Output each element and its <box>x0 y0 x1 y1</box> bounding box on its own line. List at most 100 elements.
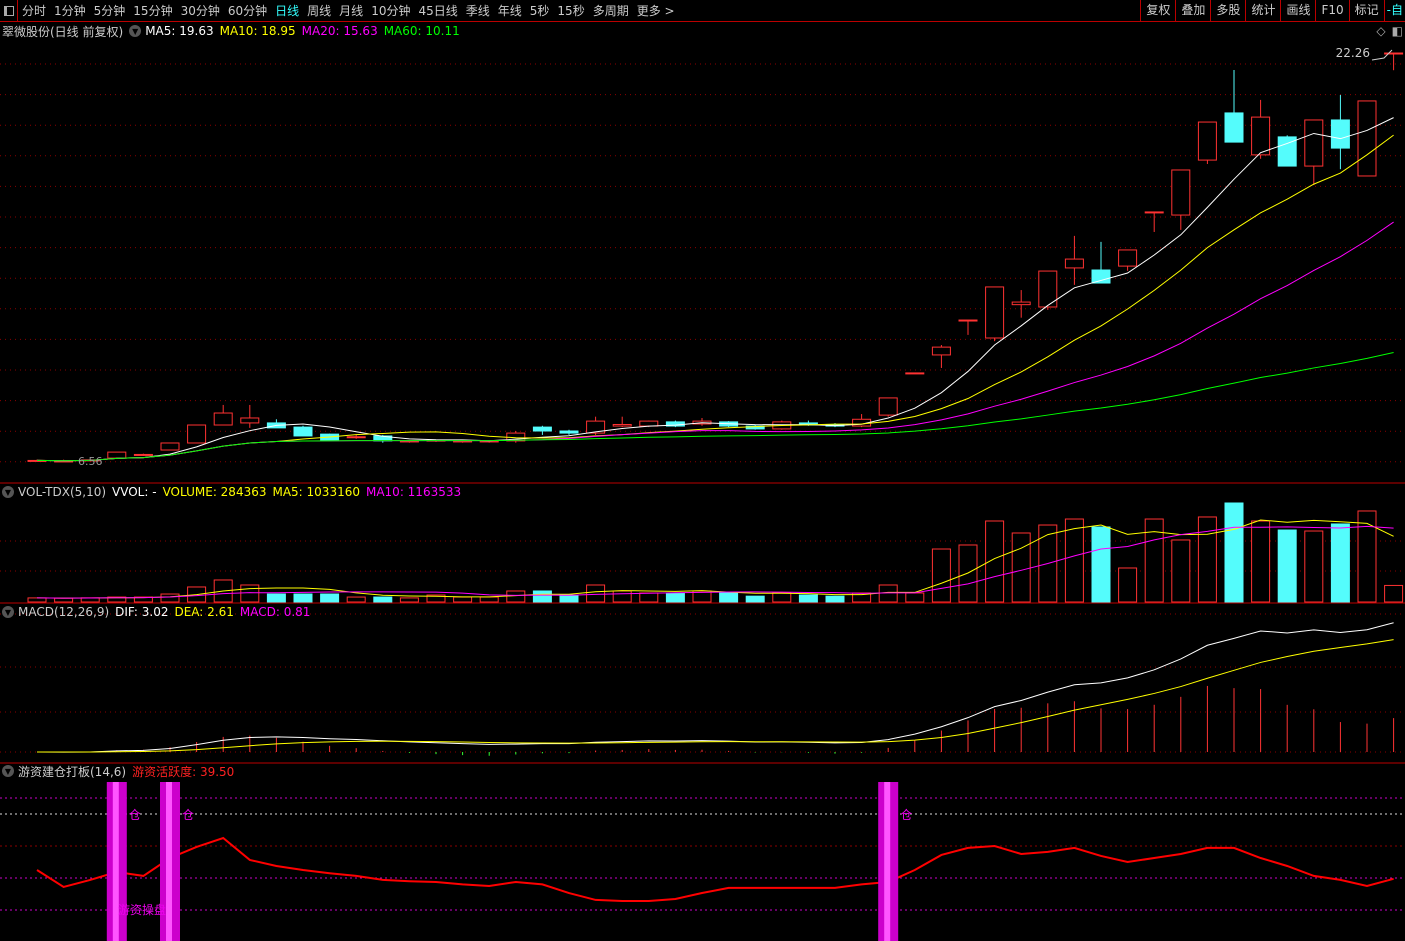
volume-bar <box>798 594 818 603</box>
macd-title: MACD(12,26,9) <box>18 605 110 619</box>
ma60-value: MA60: 10.11 <box>383 24 460 38</box>
chart-tools: ◇ ◧ <box>1376 24 1403 38</box>
vol-ma10-value: MA10: 1163533 <box>365 485 462 499</box>
main-legend: 翠微股份(日线 前复权) ▼ MA5: 19.63 MA10: 18.95 MA… <box>2 23 466 39</box>
high-price-label: 22.26 <box>1335 46 1370 60</box>
volume-bar <box>1064 518 1084 603</box>
candle-body <box>1304 119 1324 167</box>
candle-body <box>532 426 552 432</box>
volume-bar <box>1118 567 1138 603</box>
candle-body <box>639 420 659 427</box>
stock-title: 翠微股份(日线 前复权) <box>2 24 124 39</box>
candle-body <box>1251 116 1271 156</box>
volume-bar <box>745 595 765 603</box>
candle-body <box>1091 269 1111 284</box>
volume-bar <box>1251 520 1271 603</box>
candle-body <box>160 442 180 451</box>
volume-bar <box>1384 584 1404 603</box>
panel-toggle-icon[interactable]: ◧ <box>1392 24 1403 38</box>
chevron-down-icon[interactable]: ▼ <box>2 606 14 618</box>
volume-bar <box>240 584 260 603</box>
volume-bar <box>1277 529 1297 603</box>
volume-bar <box>1224 502 1244 603</box>
volume-bar <box>719 592 739 603</box>
candle-body <box>187 424 207 444</box>
candle-body <box>107 451 127 459</box>
vvol-value: VVOL: - <box>112 485 157 499</box>
volume-value: VOLUME: 284363 <box>162 485 267 499</box>
volume-bar <box>772 592 792 603</box>
diamond-icon[interactable]: ◇ <box>1376 24 1385 38</box>
volume-bar <box>293 593 313 603</box>
candle-body <box>133 453 153 456</box>
dif-line <box>36 622 1394 753</box>
volume-bar <box>373 596 393 603</box>
volume-bar <box>266 593 286 603</box>
yz-title: 游资建仓打板(14,6) <box>18 764 127 779</box>
candle-body <box>213 412 233 426</box>
candle-body <box>293 426 313 437</box>
volume-bar <box>532 590 552 603</box>
ma20-line <box>36 221 1394 462</box>
volume-bar <box>27 597 47 603</box>
volume-bar <box>825 595 845 603</box>
signal-label: 仓 <box>900 808 913 822</box>
candle-body <box>1064 258 1084 269</box>
ma20-value: MA20: 15.63 <box>301 24 378 38</box>
volume-bar <box>479 596 499 603</box>
vol-legend: ▼ VOL-TDX(5,10) VVOL: - VOLUME: 284363 M… <box>2 484 467 500</box>
candle-body <box>1357 100 1377 177</box>
dea-value: DEA: 2.61 <box>174 605 234 619</box>
candle-body <box>985 286 1005 339</box>
kline-chart[interactable] <box>0 0 1405 941</box>
volume-bar <box>1171 539 1191 603</box>
volume-bar <box>612 590 632 603</box>
volume-bar <box>905 592 925 603</box>
volume-bar <box>160 593 180 603</box>
vol-title: VOL-TDX(5,10) <box>18 485 107 499</box>
candle-body <box>1144 211 1164 214</box>
signal-bar-highlight <box>884 782 891 941</box>
candle-body <box>878 397 898 416</box>
volume-bar <box>878 584 898 603</box>
high-marker-arrow <box>1371 49 1393 61</box>
operate-label: 游资操盘 <box>118 903 167 917</box>
volume-bar <box>1304 530 1324 603</box>
volume-bar <box>320 593 340 603</box>
volume-bar <box>1357 510 1377 603</box>
candle-body <box>1011 301 1031 306</box>
candle-body <box>240 417 260 424</box>
candle-body <box>1330 119 1350 149</box>
volume-bar <box>1197 516 1217 603</box>
volume-bar <box>506 590 526 603</box>
volume-bar <box>559 594 579 603</box>
dif-value: DIF: 3.02 <box>115 605 169 619</box>
candle-body <box>346 436 366 439</box>
activity-value: 游资活跃度: 39.50 <box>132 764 235 779</box>
chevron-down-icon[interactable]: ▼ <box>129 25 142 37</box>
volume-bar <box>586 584 606 603</box>
candle-body <box>1118 249 1138 267</box>
volume-bar <box>1091 526 1111 603</box>
activity-line <box>36 836 1394 903</box>
volume-bar <box>346 596 366 603</box>
volume-bar <box>665 592 685 603</box>
ma10-value: MA10: 18.95 <box>219 24 296 38</box>
low-price-label: 6.56 <box>78 455 103 468</box>
volume-bar <box>931 548 951 603</box>
candle-body <box>1384 52 1404 55</box>
candle-body <box>559 430 579 434</box>
ma5-line <box>36 117 1394 462</box>
vol-ma5-value: MA5: 1033160 <box>272 485 360 499</box>
candle-body <box>931 346 951 356</box>
volume-bar <box>54 597 74 603</box>
volume-bar <box>639 592 659 603</box>
candle-body <box>958 319 978 322</box>
ma60-line <box>36 352 1394 462</box>
candle-body <box>612 423 632 427</box>
chevron-down-icon[interactable]: ▼ <box>2 765 14 777</box>
chevron-down-icon[interactable]: ▼ <box>2 486 14 498</box>
volume-bar <box>399 597 419 603</box>
volume-bar <box>1011 532 1031 603</box>
candle-body <box>1224 112 1244 143</box>
